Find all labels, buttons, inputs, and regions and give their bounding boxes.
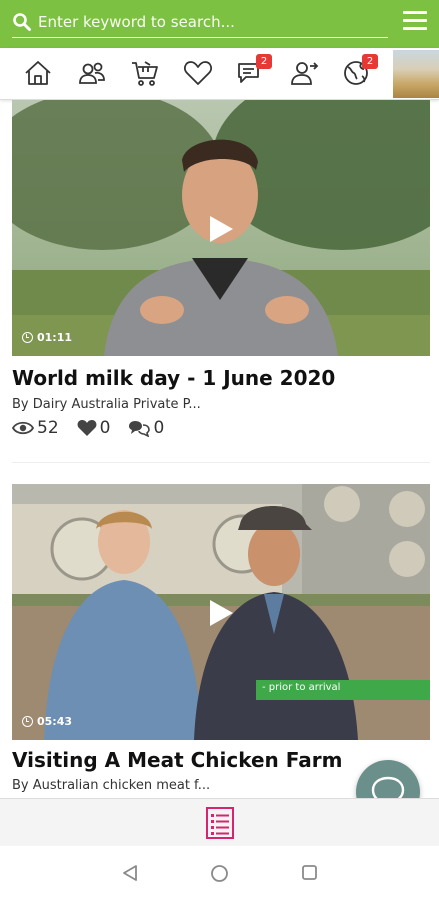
likes-count: 0 [99, 418, 111, 438]
views-count: 52 [37, 418, 59, 438]
likes-stat[interactable]: 0 [77, 418, 111, 438]
duration-label: 05:43 [22, 715, 72, 728]
eye-icon [12, 421, 34, 435]
heart-filled-icon[interactable] [77, 419, 97, 437]
home-circle-icon[interactable] [210, 864, 229, 883]
play-icon[interactable] [208, 215, 234, 243]
bottom-bar [0, 798, 439, 846]
list-icon[interactable] [205, 807, 235, 839]
video-title[interactable]: Visiting A Meat Chicken Farm [12, 748, 342, 772]
globe-icon[interactable]: 2 [342, 54, 378, 88]
video-overlay-caption: - prior to arrival [262, 682, 341, 693]
video-feed: 01:11 World milk day - 1 June 2020 By Da… [0, 100, 439, 798]
recents-square-icon[interactable] [301, 864, 318, 881]
video-thumbnail[interactable]: - prior to arrival 05:43 [12, 484, 430, 740]
comments-icon[interactable] [128, 419, 151, 437]
video-stats: 52 0 0 [12, 418, 182, 438]
duration-text: 01:11 [37, 331, 73, 344]
clock-icon [22, 332, 33, 343]
search-bar[interactable] [12, 8, 388, 38]
duration-label: 01:11 [22, 331, 72, 344]
cart-icon[interactable] [130, 58, 160, 88]
views-stat: 52 [12, 418, 59, 438]
hamburger-menu-icon[interactable] [403, 11, 427, 33]
video-thumbnail[interactable]: 01:11 [12, 100, 430, 356]
messages-badge: 2 [256, 54, 272, 69]
globe-badge: 2 [362, 54, 378, 69]
system-nav-bar [0, 846, 439, 900]
search-icon[interactable] [12, 12, 32, 32]
search-input[interactable] [38, 10, 383, 34]
back-triangle-icon[interactable] [121, 864, 139, 882]
card-divider [12, 462, 430, 463]
chat-icon[interactable]: 2 [236, 54, 272, 88]
farm-thumbnail[interactable] [393, 50, 439, 98]
video-author[interactable]: By Dairy Australia Private P... [12, 397, 201, 412]
video-author[interactable]: By Australian chicken meat f... [12, 778, 210, 793]
play-icon[interactable] [208, 599, 234, 627]
icon-nav-row: 2 2 [0, 48, 439, 100]
home-icon[interactable] [23, 58, 53, 88]
video-title[interactable]: World milk day - 1 June 2020 [12, 366, 335, 390]
heart-icon[interactable] [183, 58, 213, 88]
clock-icon [22, 716, 33, 727]
user-switch-icon[interactable] [289, 58, 319, 88]
users-icon[interactable] [77, 58, 107, 88]
duration-text: 05:43 [37, 715, 73, 728]
comments-count: 0 [153, 418, 165, 438]
comments-stat[interactable]: 0 [128, 418, 164, 438]
top-bar [0, 0, 439, 48]
